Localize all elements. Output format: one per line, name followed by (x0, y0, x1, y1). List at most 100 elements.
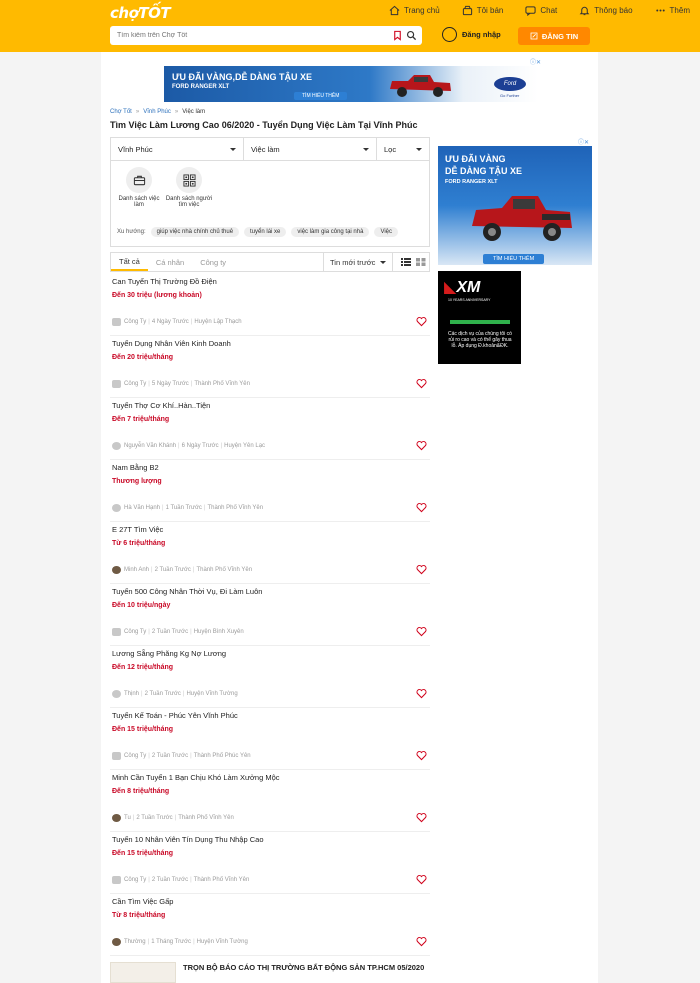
nav-chat[interactable]: Chat (525, 5, 557, 16)
breadcrumb-region[interactable]: Vĩnh Phúc (143, 109, 171, 115)
nav-seller[interactable]: Tôi bán (462, 5, 503, 16)
listing-title[interactable]: Tuyển Thợ Cơ Khí..Hàn..Tiện (112, 401, 210, 410)
nav-more-label: Thêm (669, 6, 690, 15)
top-ad-cta[interactable]: TÌM HIỂU THÊM (294, 92, 348, 100)
listing-meta: Tu | 2 Tuần Trước | Thành Phố Vĩnh Yên (112, 814, 234, 822)
top-banner-ad[interactable]: ƯU ĐÃI VÀNG,DỄ DÀNG TẬU XE FORD RANGER X… (164, 66, 538, 102)
heart-icon[interactable] (416, 626, 427, 637)
heart-icon[interactable] (416, 316, 427, 327)
home-icon (389, 5, 400, 16)
listing-title[interactable]: Tuyển 500 Công Nhân Thời Vụ, Đi Làm Luôn (112, 587, 262, 596)
shop-icon (112, 628, 121, 636)
listing-price: Thương lượng (112, 478, 162, 485)
heart-icon[interactable] (416, 874, 427, 885)
tab-all[interactable]: Tất cả (111, 253, 148, 271)
post-location: Huyện Vĩnh Tường (186, 691, 238, 697)
login-button[interactable]: Đăng nhập (442, 27, 501, 42)
listing-title[interactable]: Tuyển Dụng Nhân Viên Kinh Doanh (112, 339, 231, 348)
chotot-logo[interactable]: chợTỐT (110, 4, 171, 22)
listing-item[interactable]: Nam Bằng B2 Thương lượng Hà Văn Hạnh | 1 Tuầ… (110, 460, 430, 522)
heart-icon[interactable] (416, 936, 427, 947)
listing-title[interactable]: Can Tuyển Thị Trường Đồ Điện (112, 277, 217, 286)
listing-price: Đến 20 triệu/tháng (112, 354, 174, 361)
post-location: Huyện Bình Xuyên (193, 629, 244, 635)
listing-item[interactable]: Lương Sẵng Phăng Kg Nợ Lương Đến 12 triệu… (110, 646, 430, 708)
grid-view-icon[interactable] (416, 257, 426, 267)
filter-select[interactable]: Lọc (377, 138, 429, 160)
location-select[interactable]: Vĩnh Phúc (111, 138, 244, 160)
post-time: 2 Tuần Trước (136, 815, 173, 821)
breadcrumb-home[interactable]: Chợ Tốt (110, 109, 132, 115)
poster-name: Thịnh (124, 691, 140, 697)
listing-title[interactable]: Minh Cần Tuyển 1 Bạn Chịu Khó Làm Xưởng … (112, 773, 280, 782)
pickup-truck-image (390, 75, 451, 97)
xm-progress-bar (450, 320, 510, 324)
listing-title[interactable]: Tuyển Kế Toán - Phúc Yên Vĩnh Phúc (112, 711, 238, 720)
promo-item[interactable]: TRỌN BỘ BÁO CÁO THỊ TRƯỜNG BẤT ĐỘNG SẢN … (110, 962, 430, 983)
sort-select[interactable]: Tin mới trước (323, 253, 393, 271)
chevron-down-icon (363, 147, 369, 151)
avatar (112, 938, 121, 946)
listing-title[interactable]: E 27T Tìm Việc (112, 525, 163, 534)
listing-title[interactable]: Cần Tìm Việc Gấp (112, 897, 173, 906)
listing-item[interactable]: Tuyển Dụng Nhân Viên Kinh Doanh Đến 20 tr… (110, 336, 430, 398)
quick-link-seekers[interactable]: Danh sách người tìm việc (163, 167, 215, 208)
side-banner-ad[interactable]: ƯU ĐÃI VÀNG DỄ DÀNG TẬU XE FORD RANGER X… (438, 146, 592, 265)
listing-item[interactable]: Tuyển Kế Toán - Phúc Yên Vĩnh Phúc Đến 15… (110, 708, 430, 770)
nav-notifications[interactable]: Thông báo (579, 5, 633, 16)
listing-meta: Thường | 1 Tháng Trước | Huyện Vĩnh Tường (112, 938, 248, 946)
listing-item[interactable]: Can Tuyển Thị Trường Đồ Điện Đến 30 triệu… (110, 274, 430, 336)
listing-item[interactable]: Minh Cần Tuyển 1 Bạn Chịu Khó Làm Xưởng … (110, 770, 430, 832)
listing-title[interactable]: Nam Bằng B2 (112, 463, 159, 472)
ad-close-icon[interactable]: ⓘ✕ (530, 57, 541, 66)
quick-link-job-list[interactable]: Danh sách việc làm (113, 167, 165, 208)
trending-chip[interactable]: Việc (374, 227, 399, 237)
top-nav: Trang chủ Tôi bán Chat Thông báo Thêm (367, 5, 690, 16)
nav-home[interactable]: Trang chủ (389, 5, 440, 16)
post-time: 2 Tuần Trước (154, 567, 191, 573)
post-ad-button[interactable]: ĐĂNG TIN (518, 27, 590, 45)
listing-item[interactable]: Tuyển Thợ Cơ Khí..Hàn..Tiện Đến 7 triệu/t… (110, 398, 430, 460)
trending-chip[interactable]: việc làm gia công tại nhà (291, 227, 370, 237)
category-select[interactable]: Việc làm (244, 138, 377, 160)
heart-icon[interactable] (416, 502, 427, 513)
listing-item[interactable]: Cần Tìm Việc Gấp Từ 8 triệu/tháng Thường | 1… (110, 894, 430, 956)
heart-icon[interactable] (416, 688, 427, 699)
edit-icon (530, 32, 538, 40)
shop-icon (112, 752, 121, 760)
heart-icon[interactable] (416, 378, 427, 389)
user-icon (442, 27, 457, 42)
side-ad-close-icon[interactable]: ⓘ✕ (578, 137, 589, 146)
trending-label: Xu hướng: (117, 229, 146, 235)
listing-price: Đến 15 triệu/tháng (112, 850, 174, 857)
breadcrumb: Chợ Tốt » Vĩnh Phúc » Việc làm (110, 109, 206, 115)
listing-title[interactable]: Tuyển 10 Nhân Viên Tín Dụng Thu Nhập Cao (112, 835, 264, 844)
trending-chip[interactable]: giúp việc nhà chính chủ thuê (150, 227, 240, 237)
heart-icon[interactable] (416, 440, 427, 451)
nav-more[interactable]: Thêm (655, 5, 690, 16)
xm-banner-ad[interactable]: ◣XM 10 YEARS ANNIVERSARY Các dịch vụ của… (438, 271, 521, 364)
listing-title[interactable]: Lương Sẵng Phăng Kg Nợ Lương (112, 649, 226, 658)
post-time: 2 Tuần Trước (151, 629, 189, 635)
tab-company[interactable]: Công ty (192, 253, 234, 271)
listing-item[interactable]: E 27T Tìm Việc Từ 6 triệu/tháng Minh Anh | 2… (110, 522, 430, 584)
heart-icon[interactable] (416, 564, 427, 575)
heart-icon[interactable] (416, 812, 427, 823)
avatar (112, 566, 121, 574)
listing-item[interactable]: Tuyển 10 Nhân Viên Tín Dụng Thu Nhập Cao… (110, 832, 430, 894)
post-location: Thành Phố Vĩnh Yên (196, 567, 253, 573)
search-input[interactable] (110, 26, 380, 45)
search-icon[interactable] (406, 30, 417, 41)
side-ad-cta[interactable]: TÌM HIỂU THÊM (483, 254, 545, 264)
bookmark-icon[interactable] (392, 30, 403, 41)
avatar (112, 814, 121, 822)
heart-icon[interactable] (416, 750, 427, 761)
sort-label: Tin mới trước (330, 257, 376, 267)
post-ad-label: ĐĂNG TIN (541, 31, 579, 41)
listing-item[interactable]: Tuyển 500 Công Nhân Thời Vụ, Đi Làm Luôn… (110, 584, 430, 646)
list-view-icon[interactable] (401, 257, 411, 267)
trending-chip[interactable]: tuyển lái xe (244, 227, 287, 237)
top-ad-headline: ƯU ĐÃI VÀNG,DỄ DÀNG TẬU XE (172, 72, 312, 82)
tab-personal[interactable]: Cá nhân (148, 253, 192, 271)
people-grid-icon (182, 173, 196, 187)
